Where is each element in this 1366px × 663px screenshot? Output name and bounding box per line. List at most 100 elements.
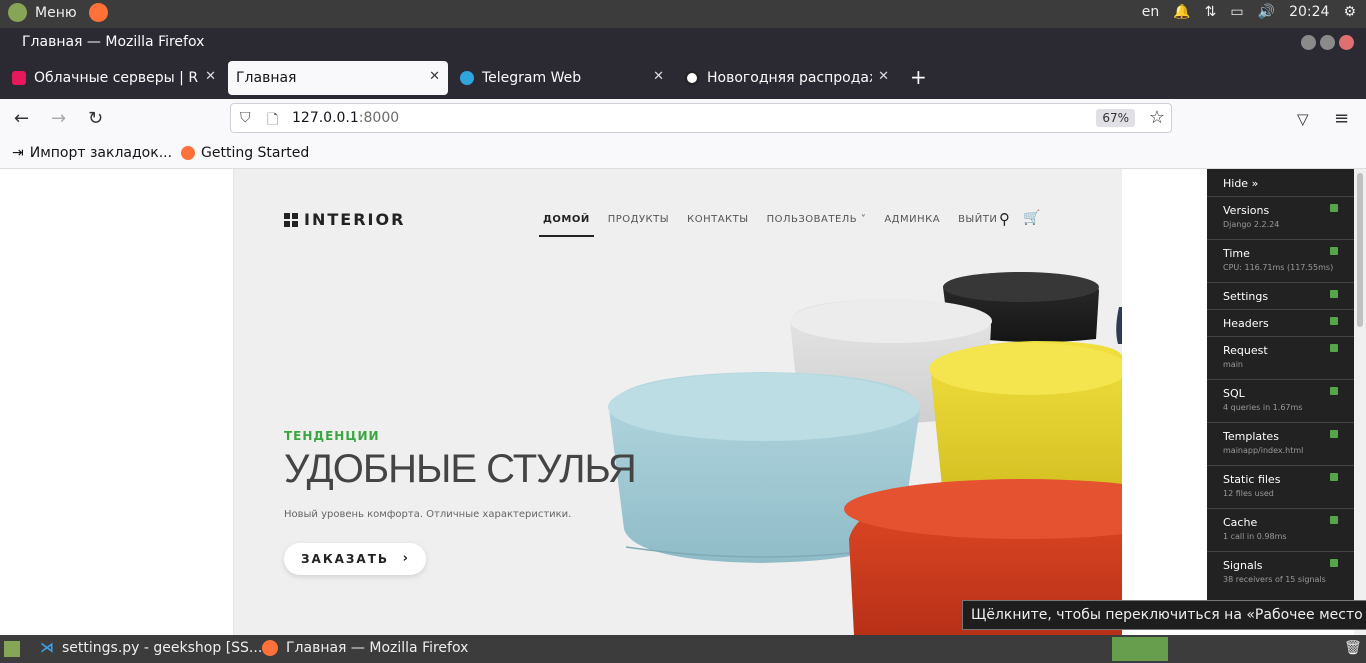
scrollbar-thumb[interactable] — [1357, 173, 1363, 327]
workspace-tooltip: Щёлкните, чтобы переключиться на «Рабоче… — [962, 600, 1366, 630]
url-bar[interactable]: ⛉ 🗋 127.0.0.1:8000 67% ☆ — [230, 103, 1172, 133]
battery-icon[interactable]: ▭ — [1230, 4, 1243, 20]
tab-new-year-sale[interactable]: Новогодняя распродажа ✕ — [677, 61, 897, 95]
page-scrollbar[interactable] — [1354, 169, 1366, 635]
menu-item-products[interactable]: ПРОДУКТЫ — [604, 214, 673, 237]
panel-title: Request — [1223, 344, 1268, 357]
panel-subtitle: 4 queries in 1.67ms — [1223, 403, 1303, 412]
panel-title: Time — [1223, 247, 1250, 260]
order-button[interactable]: ЗАКАЗАТЬ › — [284, 543, 426, 575]
menu-item-logout[interactable]: ВЫЙТИ — [954, 214, 1001, 237]
panel-title: Settings — [1223, 290, 1269, 303]
pocket-icon[interactable]: ▽ — [1297, 110, 1309, 128]
panel-title: Cache — [1223, 516, 1258, 529]
panel-toggle-checkbox[interactable] — [1330, 387, 1338, 395]
tracking-shield-icon[interactable]: ⛉ — [240, 110, 251, 126]
tab-reg-cloud[interactable]: Облачные серверы | REG ✕ — [4, 61, 224, 95]
debug-panel-sql[interactable]: SQL 4 queries in 1.67ms — [1207, 380, 1354, 423]
debug-toolbar-hide-button[interactable]: Hide » — [1207, 169, 1354, 197]
cart-icon[interactable]: 🛒 — [1023, 210, 1040, 226]
panel-toggle-checkbox[interactable] — [1330, 344, 1338, 352]
debug-panel-static-files[interactable]: Static files 12 files used — [1207, 466, 1354, 509]
bookmark-import[interactable]: ⇥ Импорт закладок... — [12, 145, 172, 161]
network-icon[interactable]: ⇅ — [1205, 4, 1217, 20]
menu-item-contacts[interactable]: КОНТАКТЫ — [683, 214, 752, 237]
close-tab-icon[interactable]: ✕ — [205, 69, 216, 84]
page-viewport: INTERIOR ДОМОЙ ПРОДУКТЫ КОНТАКТЫ ПОЛЬЗОВ… — [0, 169, 1366, 635]
close-tab-icon[interactable]: ✕ — [653, 69, 664, 84]
taskbar-item-label: Главная — Mozilla Firefox — [286, 640, 469, 656]
tab-label: Telegram Web — [482, 70, 582, 86]
minimize-window-button[interactable] — [1301, 35, 1316, 50]
tab-label: Новогодняя распродажа — [707, 70, 872, 86]
menu-item-home[interactable]: ДОМОЙ — [539, 214, 594, 237]
menu-item-admin[interactable]: АДМИНКА — [880, 214, 944, 237]
taskbar-item-firefox[interactable]: Главная — Mozilla Firefox — [262, 640, 468, 656]
panel-title: Templates — [1223, 430, 1279, 443]
debug-panel-cache[interactable]: Cache 1 call in 0.98ms — [1207, 509, 1354, 552]
hamburger-menu-icon[interactable]: ≡ — [1334, 108, 1349, 129]
panel-toggle-checkbox[interactable] — [1330, 473, 1338, 481]
panel-toggle-checkbox[interactable] — [1330, 317, 1338, 325]
import-icon: ⇥ — [12, 145, 24, 161]
close-tab-icon[interactable]: ✕ — [878, 69, 889, 84]
site-main-menu: ДОМОЙ ПРОДУКТЫ КОНТАКТЫ ПОЛЬЗОВАТЕЛЬ ˅ А… — [539, 214, 1001, 237]
site-logo[interactable]: INTERIOR — [284, 210, 405, 229]
system-menu-button[interactable]: Меню — [8, 3, 108, 22]
panel-toggle-checkbox[interactable] — [1330, 559, 1338, 567]
reload-icon[interactable]: ↻ — [88, 108, 103, 129]
debug-panel-signals[interactable]: Signals 38 receivers of 15 signals — [1207, 552, 1354, 595]
bookmark-star-icon[interactable]: ☆ — [1149, 107, 1165, 128]
panel-toggle-checkbox[interactable] — [1330, 430, 1338, 438]
panel-subtitle: Django 2.2.24 — [1223, 220, 1280, 229]
notifications-icon[interactable]: 🔔 — [1173, 4, 1190, 20]
panel-subtitle: CPU: 116.71ms (117.55ms) — [1223, 263, 1334, 272]
menu-item-user[interactable]: ПОЛЬЗОВАТЕЛЬ ˅ — [763, 214, 871, 237]
panel-title: SQL — [1223, 387, 1245, 400]
openai-favicon-icon — [685, 71, 699, 85]
bookmark-label: Импорт закладок... — [29, 145, 173, 161]
tab-label: Облачные серверы | REG — [34, 70, 199, 86]
chevron-right-icon: › — [402, 551, 410, 566]
settings-gear-icon[interactable]: ⚙ — [1343, 4, 1356, 20]
tab-home[interactable]: Главная ✕ — [228, 61, 448, 95]
volume-icon[interactable]: 🔊 — [1258, 4, 1275, 20]
debug-panel-templates[interactable]: Templates mainapp/index.html — [1207, 423, 1354, 466]
show-desktop-icon[interactable] — [4, 641, 20, 657]
tab-telegram[interactable]: Telegram Web ✕ — [452, 61, 672, 95]
panel-subtitle: mainapp/index.html — [1223, 446, 1304, 455]
panel-toggle-checkbox[interactable] — [1330, 516, 1338, 524]
url-text[interactable]: 127.0.0.1:8000 — [292, 110, 399, 126]
panel-toggle-checkbox[interactable] — [1330, 204, 1338, 212]
bookmark-getting-started[interactable]: Getting Started — [181, 145, 309, 161]
window-titlebar: Главная — Mozilla Firefox — [0, 28, 1366, 56]
bookmark-label: Getting Started — [201, 145, 310, 161]
keyboard-layout-indicator[interactable]: en — [1142, 4, 1160, 20]
page-info-icon[interactable]: 🗋 — [267, 109, 278, 133]
clock[interactable]: 20:24 — [1289, 4, 1329, 20]
search-icon[interactable]: ⚲ — [999, 210, 1010, 228]
telegram-favicon-icon — [460, 71, 474, 85]
taskbar-item-vscode[interactable]: ⋊ settings.py - geekshop [SS... — [40, 640, 262, 656]
panel-toggle-checkbox[interactable] — [1330, 290, 1338, 298]
panel-title: Signals — [1223, 559, 1263, 572]
firefox-launcher-icon[interactable] — [88, 3, 108, 22]
debug-panel-headers[interactable]: Headers — [1207, 310, 1354, 337]
url-port: :8000 — [358, 110, 400, 126]
order-button-label: ЗАКАЗАТЬ — [301, 552, 390, 566]
trash-icon[interactable]: 🗑 — [1344, 640, 1362, 656]
panel-subtitle: 38 receivers of 15 signals — [1223, 575, 1326, 584]
close-tab-icon[interactable]: ✕ — [429, 69, 440, 84]
zoom-level-badge[interactable]: 67% — [1096, 109, 1135, 127]
maximize-window-button[interactable] — [1320, 35, 1335, 50]
panel-toggle-checkbox[interactable] — [1330, 247, 1338, 255]
new-tab-plus-icon[interactable]: + — [910, 65, 927, 89]
debug-panel-request[interactable]: Request main — [1207, 337, 1354, 380]
workspace-switcher[interactable] — [1112, 637, 1168, 661]
debug-panel-versions[interactable]: Versions Django 2.2.24 — [1207, 197, 1354, 240]
forward-arrow-icon[interactable]: → — [51, 108, 66, 129]
debug-panel-settings[interactable]: Settings — [1207, 283, 1354, 310]
debug-panel-time[interactable]: Time CPU: 116.71ms (117.55ms) — [1207, 240, 1354, 283]
close-window-button[interactable] — [1339, 35, 1354, 50]
back-arrow-icon[interactable]: ← — [14, 108, 29, 129]
